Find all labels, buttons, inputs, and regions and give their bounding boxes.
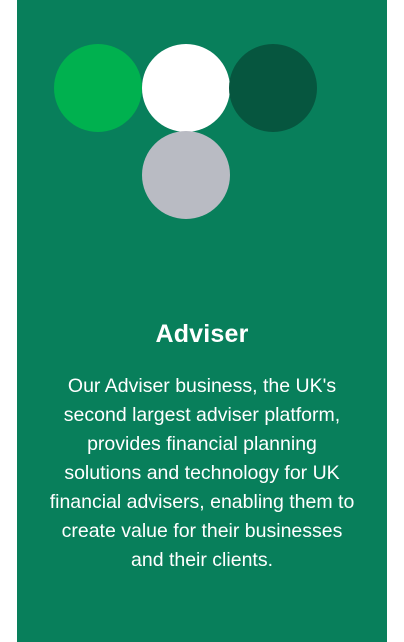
adviser-card: Adviser Our Adviser business, the UK's s…	[17, 0, 387, 642]
card-description: Our Adviser business, the UK's second la…	[49, 375, 355, 571]
grey-circle-icon	[142, 131, 230, 219]
white-circle-icon	[142, 44, 230, 132]
dark-green-circle-icon	[229, 44, 317, 132]
card-title: Adviser	[155, 320, 249, 348]
green-circle-icon	[54, 44, 142, 132]
brand-logo	[17, 0, 387, 230]
